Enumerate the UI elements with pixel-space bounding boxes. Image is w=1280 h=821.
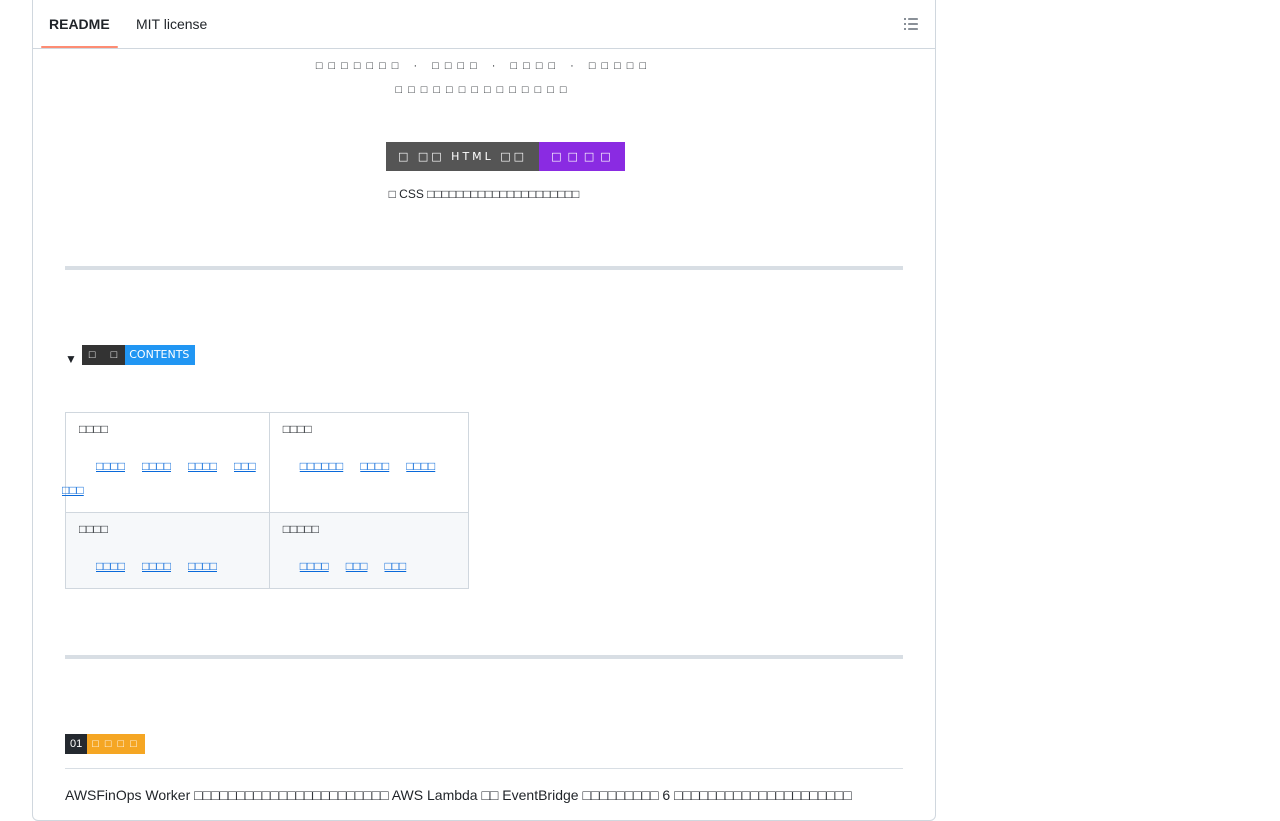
contents-link[interactable]: □□□□□□	[300, 459, 344, 473]
contents-link[interactable]: □□□□	[188, 559, 217, 573]
cell-title: □□□□□	[282, 522, 319, 536]
divider	[65, 655, 903, 659]
contents-link[interactable]: □□□	[385, 559, 407, 573]
contents-link[interactable]: □□□□	[142, 459, 171, 473]
contents-link[interactable]: □□□□	[406, 459, 435, 473]
css-note: □ CSS □□□□□□□□□□□□□□□□□□□□□	[388, 187, 580, 201]
html-badge[interactable]: □ □□ HTML □□ □□□□	[386, 142, 625, 171]
cell-links: □□□□ □□□□ □□□□	[79, 554, 256, 578]
badge-value: □□□□	[539, 142, 625, 171]
disclosure-triangle-icon: ▼	[65, 352, 77, 366]
active-tab-underline	[41, 46, 118, 48]
cell-links: □□□□ □□□ □□□	[283, 554, 455, 578]
contents-toggle[interactable]: ▼ □ □ CONTENTS	[65, 345, 196, 366]
badge-label: □ □□ HTML □□	[386, 142, 540, 171]
cell-links: □□□□ □□□□ □□□□ □□□ □□□	[62, 454, 256, 502]
section-number: 01	[65, 734, 88, 754]
contents-badge-label: □ □	[81, 345, 126, 365]
contents-link[interactable]: □□□□	[360, 459, 389, 473]
cell-title: □□□□	[282, 422, 312, 436]
contents-link[interactable]: □□□	[346, 559, 368, 573]
list-unordered-icon[interactable]	[903, 16, 919, 32]
readme-container: README MIT license □□□□□□□ · □□□□ · □□□□…	[32, 0, 936, 821]
contents-link[interactable]: □□□□	[300, 559, 329, 573]
header-tagline: □□□□□□□ · □□□□ · □□□□ · □□□□□	[315, 60, 653, 72]
contents-cell: □□□□ □□□□ □□□□ □□□□	[65, 512, 270, 589]
divider	[65, 266, 903, 270]
table-row: □□□□ □□□□ □□□□ □□□□ □□□□□ □□□□ □□□ □□□	[65, 512, 469, 589]
contents-cell: □□□□ □□□□ □□□□ □□□□ □□□ □□□	[62, 412, 270, 513]
section-label: □□□□	[87, 734, 145, 754]
contents-link[interactable]: □□□□	[96, 459, 125, 473]
tab-license[interactable]: MIT license	[136, 0, 207, 48]
contents-badge-value: CONTENTS	[125, 345, 196, 365]
contents-cell: □□□□□ □□□□ □□□ □□□	[268, 512, 469, 589]
readme-tabbar: README MIT license	[33, 0, 935, 49]
section-intro: AWSFinOps Worker □□□□□□□□□□□□□□□□□□□□□□□…	[65, 787, 852, 803]
contents-cell: □□□□ □□□□□□ □□□□ □□□□	[268, 412, 469, 513]
contents-link[interactable]: □□□□	[142, 559, 171, 573]
contents-link[interactable]: □□□	[234, 459, 256, 473]
section-badge: 01 □□□□	[65, 734, 145, 754]
table-row: □□□□ □□□□ □□□□ □□□□ □□□ □□□ □□□□ □□□□□□ □□□□ □…	[62, 412, 469, 513]
section-rule	[65, 768, 903, 769]
cell-links: □□□□□□ □□□□ □□□□	[283, 454, 455, 478]
cell-title: □□□□	[79, 522, 108, 536]
contents-link[interactable]: □□□□	[188, 459, 217, 473]
header-subtitle: □□□□□□□□□□□□□□	[395, 84, 573, 96]
contents-table: □□□□ □□□□ □□□□ □□□□ □□□ □□□ □□□□ □□□□□□ □□□□ □…	[62, 412, 469, 589]
tab-readme[interactable]: README	[49, 0, 110, 48]
contents-link[interactable]: □□□	[62, 483, 84, 497]
contents-link[interactable]: □□□□	[96, 559, 125, 573]
cell-title: □□□□	[79, 422, 108, 436]
